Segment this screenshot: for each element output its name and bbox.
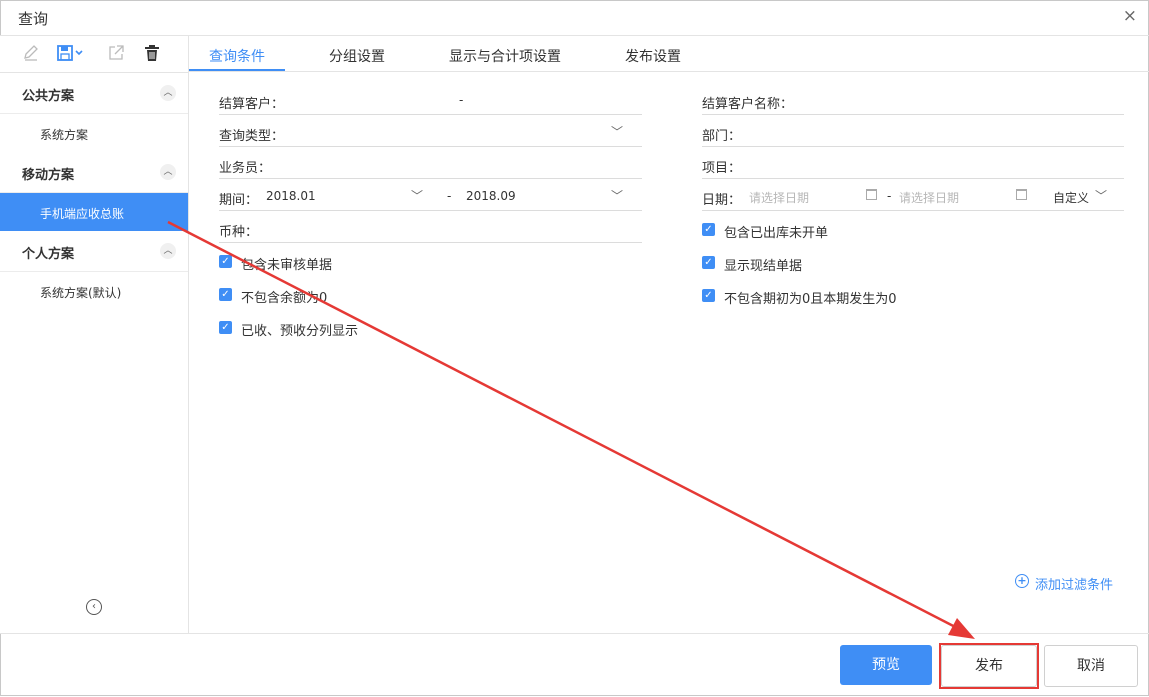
scheme-item-label: 系统方案 bbox=[40, 128, 89, 142]
group-label: 移动方案 bbox=[22, 168, 75, 183]
checkbox-label: 已收、预收分列显示 bbox=[241, 324, 359, 339]
scheme-item-mobile-ar[interactable]: 手机端应收总账 bbox=[0, 193, 188, 231]
checkbox-checked-icon[interactable]: ✓ bbox=[702, 289, 715, 302]
tab-group-settings[interactable]: 分组设置 bbox=[329, 46, 385, 66]
save-icon[interactable] bbox=[56, 44, 88, 64]
scheme-item-system[interactable]: 系统方案 bbox=[0, 114, 188, 152]
department-field[interactable]: 部门： bbox=[702, 120, 1124, 147]
checkbox-label: 显示现结单据 bbox=[724, 259, 803, 274]
calendar-icon[interactable] bbox=[1016, 189, 1027, 200]
chevron-down-icon[interactable]: ﹀ bbox=[411, 187, 423, 204]
title-bar: 查询 × bbox=[0, 0, 1149, 36]
range-separator: - bbox=[459, 93, 464, 107]
group-label: 公共方案 bbox=[22, 89, 75, 104]
export-icon[interactable] bbox=[107, 44, 127, 64]
chevron-down-icon[interactable]: ﹀ bbox=[1095, 187, 1107, 204]
group-mobile[interactable]: 移动方案 ︿ bbox=[0, 152, 188, 193]
range-separator: - bbox=[447, 189, 452, 203]
checkbox-checked-icon[interactable]: ✓ bbox=[702, 256, 715, 269]
scheme-item-label: 系统方案(默认) bbox=[40, 286, 122, 300]
scheme-item-label: 手机端应收总账 bbox=[40, 207, 125, 221]
field-label: 币种： bbox=[219, 225, 259, 240]
active-tab-indicator bbox=[189, 69, 285, 71]
field-label: 结算客户名称： bbox=[702, 97, 794, 112]
cancel-button[interactable]: 取消 bbox=[1044, 645, 1138, 687]
field-label: 结算客户： bbox=[219, 97, 285, 112]
range-separator: - bbox=[887, 189, 892, 203]
settle-customer-name-field[interactable]: 结算客户名称： bbox=[702, 88, 1124, 115]
tab-bar: 查询条件 分组设置 显示与合计项设置 发布设置 bbox=[189, 36, 1149, 72]
settle-customer-field[interactable]: 结算客户： - bbox=[219, 88, 642, 115]
chevron-up-icon[interactable]: ︿ bbox=[160, 164, 176, 180]
tab-publish-settings[interactable]: 发布设置 bbox=[625, 46, 681, 66]
field-label: 期间： bbox=[219, 193, 259, 208]
scheme-item-system-default[interactable]: 系统方案(默认) bbox=[0, 272, 188, 310]
tab-display-totals[interactable]: 显示与合计项设置 bbox=[449, 46, 561, 66]
field-label: 项目： bbox=[702, 161, 742, 176]
field-label: 部门： bbox=[702, 129, 742, 144]
field-label: 查询类型： bbox=[219, 129, 285, 144]
publish-button[interactable]: 发布 bbox=[941, 645, 1037, 687]
currency-field[interactable]: 币种： bbox=[219, 216, 642, 243]
edit-icon[interactable] bbox=[22, 44, 42, 64]
chevron-down-icon[interactable]: ﹀ bbox=[611, 187, 623, 204]
sidebar-toolbar bbox=[0, 36, 188, 73]
checkbox-checked-icon[interactable]: ✓ bbox=[702, 223, 715, 236]
group-label: 个人方案 bbox=[22, 247, 75, 262]
query-type-select[interactable]: 查询类型： ﹀ bbox=[219, 120, 642, 147]
date-to-input[interactable]: 请选择日期 bbox=[899, 189, 959, 206]
period-field[interactable]: 期间： 2018.01 ﹀ - 2018.09 ﹀ bbox=[219, 184, 642, 211]
group-personal[interactable]: 个人方案 ︿ bbox=[0, 231, 188, 272]
tab-query-conditions[interactable]: 查询条件 bbox=[209, 46, 265, 66]
chevron-up-icon[interactable]: ︿ bbox=[160, 85, 176, 101]
scheme-sidebar: 公共方案 ︿ 系统方案 移动方案 ︿ 手机端应收总账 个人方案 ︿ 系统方案(默… bbox=[0, 36, 189, 633]
dialog-title: 查询 bbox=[18, 10, 49, 28]
checkbox-label: 不包含期初为0且本期发生为0 bbox=[724, 292, 897, 307]
chevron-up-icon[interactable]: ︿ bbox=[160, 243, 176, 259]
period-to-value[interactable]: 2018.09 bbox=[466, 189, 516, 203]
checkbox-checked-icon[interactable]: ✓ bbox=[219, 321, 232, 334]
checkbox-label: 包含未审核单据 bbox=[241, 258, 333, 273]
group-public[interactable]: 公共方案 ︿ bbox=[0, 73, 188, 114]
salesman-field[interactable]: 业务员： bbox=[219, 152, 642, 179]
project-field[interactable]: 项目： bbox=[702, 152, 1124, 179]
field-label: 日期： bbox=[702, 193, 742, 208]
calendar-icon[interactable] bbox=[866, 189, 877, 200]
checkbox-checked-icon[interactable]: ✓ bbox=[219, 288, 232, 301]
dialog-footer: 预览 发布 取消 bbox=[0, 633, 1149, 697]
checkbox-label: 不包含余额为0 bbox=[241, 291, 328, 306]
checkbox-checked-icon[interactable]: ✓ bbox=[219, 255, 232, 268]
date-mode-select[interactable]: 自定义 bbox=[1053, 189, 1089, 206]
delete-icon[interactable] bbox=[143, 44, 163, 64]
close-icon[interactable]: × bbox=[1123, 6, 1137, 26]
date-field: 日期： 请选择日期 - 请选择日期 自定义 ﹀ bbox=[702, 184, 1124, 211]
checkbox-label: 包含已出库未开单 bbox=[724, 226, 829, 241]
preview-button[interactable]: 预览 bbox=[840, 645, 932, 685]
plus-circle-icon: + bbox=[1015, 574, 1029, 588]
chevron-down-icon: ﹀ bbox=[611, 125, 624, 139]
collapse-sidebar-icon[interactable]: ‹ bbox=[86, 599, 102, 615]
date-from-input[interactable]: 请选择日期 bbox=[749, 189, 809, 206]
field-label: 业务员： bbox=[219, 161, 272, 176]
period-from-value[interactable]: 2018.01 bbox=[266, 189, 316, 203]
add-filter-label: 添加过滤条件 bbox=[1035, 578, 1114, 593]
